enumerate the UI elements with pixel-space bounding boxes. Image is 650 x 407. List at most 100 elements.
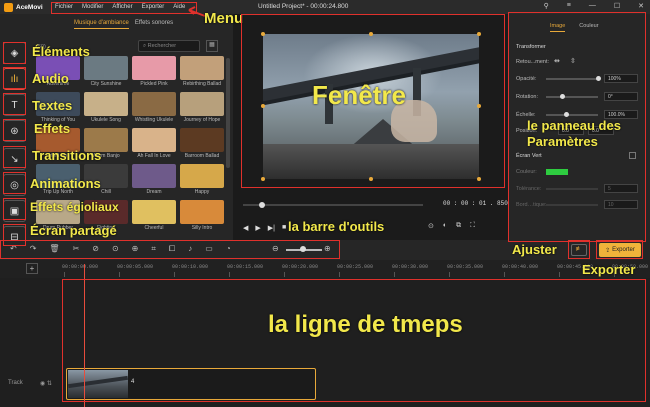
- library-item[interactable]: Happy: [180, 164, 224, 195]
- annotation-fenetre: Fenêtre: [312, 80, 406, 110]
- track-label: Track: [8, 380, 23, 386]
- ruler-tick: [449, 272, 450, 277]
- annotation-exporter: Exporter: [582, 262, 636, 277]
- library-item-thumbnail: [180, 164, 224, 188]
- library-item-thumbnail: [180, 200, 224, 224]
- library-item[interactable]: Silly Intro: [180, 200, 224, 231]
- menu-icon[interactable]: ≡: [567, 2, 571, 10]
- annotation-ecran-partage: Écran partagé: [30, 223, 117, 238]
- ruler-tick: [559, 272, 560, 277]
- annotation-box-transitions: [3, 146, 26, 168]
- ruler-tick: [394, 272, 395, 277]
- annotation-box-textes: [3, 93, 26, 115]
- annotation-box-exporter: [596, 240, 643, 259]
- ruler-tick-label: 00:00:15.000: [227, 264, 264, 270]
- ruler-tick-label: 00:00:40.000: [502, 264, 539, 270]
- ruler-tick-label: 00:00:25.000: [337, 264, 374, 270]
- library-item-label: Ah Fall In Love: [137, 153, 171, 159]
- close-icon[interactable]: ✕: [638, 2, 644, 10]
- prev-frame-icon[interactable]: ◀: [243, 224, 248, 232]
- add-track-icon[interactable]: +: [26, 263, 38, 274]
- annotation-box-audio: [3, 67, 26, 89]
- annotation-box-barre-outils: [0, 240, 340, 259]
- library-item[interactable]: Rebirthing Ballad: [180, 56, 224, 87]
- ruler-tick-label: 00:00:05.000: [117, 264, 154, 270]
- preview-right-controls: ⊙ ◐ ⧉ ⛶: [428, 222, 475, 230]
- search-input[interactable]: ⌕ Rechercher: [138, 40, 200, 52]
- ruler-tick: [229, 272, 230, 277]
- maximize-icon[interactable]: ☐: [614, 2, 620, 10]
- annotation-box-ajuster: [568, 240, 590, 259]
- library-item[interactable]: Dream: [132, 164, 176, 195]
- library-item-label: Whistling Ukulele: [134, 117, 174, 123]
- library-item[interactable]: Pickled Pink: [132, 56, 176, 87]
- library-item-label: Dream: [146, 189, 162, 195]
- library-item-thumbnail: [132, 92, 176, 116]
- library-item[interactable]: City Sunshine: [84, 56, 128, 87]
- library-item-thumbnail: [132, 200, 176, 224]
- annotation-audio: Audio: [32, 71, 69, 86]
- library-item-label: Happy: [194, 189, 210, 195]
- pip-icon[interactable]: ⧉: [456, 222, 461, 230]
- library-item-thumbnail: [84, 56, 128, 80]
- library-item-thumbnail: [132, 164, 176, 188]
- library-item-label: Silly Intro: [191, 225, 213, 231]
- window-controls: ⚲ ≡ — ☐ ✕: [544, 2, 644, 10]
- annotation-box-effets: [3, 119, 26, 141]
- grid-view-icon[interactable]: ▦: [206, 40, 218, 52]
- annotation-box-menu: [51, 2, 197, 14]
- annotation-arrow-menu: [188, 6, 206, 17]
- annotation-menu: Menu: [204, 10, 244, 27]
- library-item[interactable]: Whistling Ukulele: [132, 92, 176, 123]
- ruler-tick-label: 00:00:00.000: [62, 264, 99, 270]
- ruler-tick-label: 00:00:30.000: [392, 264, 429, 270]
- minimize-icon[interactable]: —: [589, 2, 596, 10]
- ruler-tick-label: 00:00:35.000: [447, 264, 484, 270]
- library-item-label: City Sunshine: [90, 81, 122, 87]
- annotation-animations: Animations: [30, 176, 101, 191]
- library-item-thumbnail: [132, 128, 176, 152]
- volume-icon[interactable]: ◐: [443, 222, 447, 230]
- annotation-box-effets-speciaux: [3, 198, 26, 220]
- annotation-barre-outils: la barre d'outils: [288, 219, 385, 234]
- annotation-effets: Effets: [34, 121, 71, 136]
- library-item-thumbnail: [180, 92, 224, 116]
- tab-musique[interactable]: Musique d'ambiance: [74, 20, 129, 29]
- next-frame-icon[interactable]: ▶|: [268, 224, 275, 232]
- lightbulb-icon[interactable]: ⚲: [544, 2, 549, 10]
- library-item[interactable]: Ukulele Song: [84, 92, 128, 123]
- library-item-thumbnail: [84, 92, 128, 116]
- annotation-elements: Éléments: [32, 44, 90, 59]
- library-item[interactable]: Barroom Ballad: [180, 128, 224, 159]
- play-icon[interactable]: ▶: [255, 224, 260, 232]
- library-item[interactable]: Journey of Hope: [180, 92, 224, 123]
- stop-icon[interactable]: ■: [282, 224, 286, 232]
- search-placeholder: Rechercher: [147, 43, 177, 49]
- ruler-tick: [64, 272, 65, 277]
- snapshot-icon[interactable]: ⊙: [428, 222, 434, 230]
- preview-scrubber[interactable]: [243, 202, 423, 208]
- tab-effets-sonores[interactable]: Effets sonores: [135, 20, 173, 29]
- scrubber-knob[interactable]: [259, 202, 265, 208]
- ruler-tick: [174, 272, 175, 277]
- annotation-ajuster: Ajuster: [512, 242, 557, 257]
- ruler-tick: [339, 272, 340, 277]
- library-item-label: Pickled Pink: [140, 81, 168, 87]
- annotation-box-ligne-temps: [62, 279, 646, 402]
- app-logo: AceMovi: [0, 2, 52, 12]
- fullscreen-icon[interactable]: ⛶: [470, 222, 475, 230]
- app-name: AceMovi: [16, 3, 43, 11]
- library-item[interactable]: Cheerful: [132, 200, 176, 231]
- library-item-label: Barroom Ballad: [184, 153, 220, 159]
- logo-icon: [4, 2, 13, 12]
- playback-controls: ◀ ▶ ▶| ■: [243, 224, 286, 232]
- eye-icon[interactable]: ◉ ⇅: [40, 380, 52, 387]
- annotation-ligne-temps: la ligne de tmeps: [268, 311, 463, 338]
- window-title: Untitled Project* - 00:00:24.800: [258, 3, 349, 10]
- timeline-ruler[interactable]: + 00:00:00.000 00:00:05.000 00:00:10.000 00…: [0, 260, 650, 278]
- library-item-label: Rebirthing Ballad: [182, 81, 222, 87]
- library-scrollbar[interactable]: [226, 58, 230, 168]
- annotation-transitions: Transitions: [32, 148, 102, 163]
- ruler-tick-label: 00:00:20.000: [282, 264, 319, 270]
- library-item[interactable]: Ah Fall In Love: [132, 128, 176, 159]
